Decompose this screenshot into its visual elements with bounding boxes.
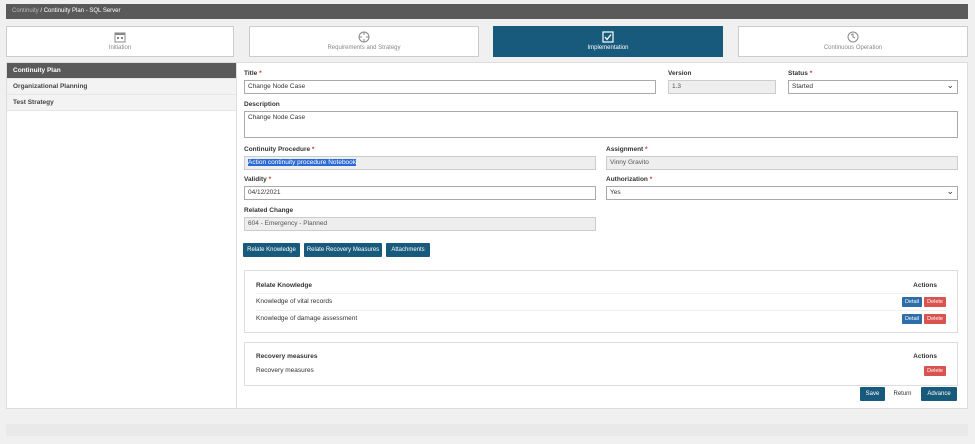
recovery-header: Recovery measures (256, 353, 318, 360)
step-initiation[interactable]: Initiation (6, 26, 234, 57)
table-row: Knowledge of damage assessment Detail De… (256, 310, 946, 327)
detail-button[interactable]: Detail (901, 297, 922, 307)
save-button[interactable]: Save (860, 387, 885, 401)
step-label: Initiation (108, 45, 132, 51)
status-label: Status * (788, 70, 813, 77)
breadcrumb-separator: / (40, 8, 43, 14)
footer-bar (6, 424, 968, 436)
title-field[interactable]: Change Node Case (244, 80, 656, 94)
relate-recovery-measures-button[interactable]: Relate Recovery Measures (304, 243, 382, 257)
delete-button[interactable]: Delete (924, 314, 946, 324)
authorization-select[interactable]: Yes (606, 185, 958, 200)
status-select[interactable]: Started (788, 79, 958, 94)
knowledge-name: Knowledge of vital records (256, 298, 333, 305)
wizard-steps: Initiation Requirements and Strategy Imp… (6, 26, 968, 57)
breadcrumb-current: Continuity Plan - SQL Server (43, 8, 121, 14)
version-label: Version (668, 70, 692, 77)
knowledge-section: Relate Knowledge Actions Knowledge of vi… (244, 270, 958, 333)
sidebar-item-continuity-plan[interactable]: Continuity Plan (7, 63, 236, 79)
step-implementation[interactable]: Implementation (493, 26, 723, 57)
recovery-section: Recovery measures Actions Recovery measu… (244, 342, 958, 386)
calendar-icon (114, 32, 126, 43)
delete-button[interactable]: Delete (924, 297, 946, 307)
title-label: Title * (244, 70, 262, 77)
related-change-label: Related Change (244, 207, 294, 214)
step-label: Continuous Operation (823, 45, 883, 51)
procedure-label: Continuity Procedure * (244, 146, 315, 153)
sidebar-item-organizational-planning[interactable]: Organizational Planning (7, 79, 236, 95)
main-panel: Continuity Plan Organizational Planning … (6, 62, 968, 409)
refresh-icon (847, 31, 859, 43)
recovery-actions-header: Actions (913, 353, 937, 360)
step-continuous-operation[interactable]: Continuous Operation (738, 26, 968, 57)
description-field[interactable]: Change Node Case (244, 111, 958, 138)
breadcrumb-parent[interactable]: Continuity (12, 8, 39, 14)
breadcrumb-bar: Continuity / Continuity Plan - SQL Serve… (6, 4, 968, 19)
detail-button[interactable]: Detail (901, 314, 922, 324)
validity-label: Validity * (244, 176, 272, 183)
advance-button[interactable]: Advance (921, 387, 957, 401)
return-button[interactable]: Return (888, 387, 917, 401)
delete-button[interactable]: Delete (924, 366, 946, 376)
step-requirements[interactable]: Requirements and Strategy (249, 26, 479, 57)
knowledge-name: Knowledge of damage assessment (256, 315, 358, 322)
procedure-value: Action continuity procedure Notebook (248, 159, 357, 166)
step-label: Requirements and Strategy (327, 45, 401, 51)
assignment-field[interactable]: Vinny Gravito (606, 156, 958, 170)
validity-field[interactable]: 04/12/2021 (244, 186, 596, 200)
version-field: 1.3 (668, 80, 776, 94)
checkbox-icon (602, 31, 614, 43)
related-change-field: 604 - Emergency - Planned (244, 217, 596, 231)
description-label: Description (244, 101, 280, 108)
table-row: Knowledge of vital records Detail Delete (256, 293, 946, 310)
procedure-field[interactable]: Action continuity procedure Notebook (244, 156, 596, 170)
sidebar: Continuity Plan Organizational Planning … (7, 63, 237, 408)
crosshair-icon (358, 31, 370, 43)
assignment-label: Assignment * (606, 146, 648, 153)
knowledge-actions-header: Actions (913, 282, 937, 289)
recovery-name: Recovery measures (256, 367, 314, 374)
sidebar-item-test-strategy[interactable]: Test Strategy (7, 95, 236, 111)
table-row: Recovery measures Delete (256, 363, 946, 380)
authorization-label: Authorization * (606, 176, 653, 183)
attachments-button[interactable]: Attachments (386, 243, 430, 257)
step-label: Implementation (587, 45, 629, 51)
relate-knowledge-button[interactable]: Relate Knowledge (243, 243, 300, 257)
knowledge-header: Relate Knowledge (256, 282, 312, 289)
